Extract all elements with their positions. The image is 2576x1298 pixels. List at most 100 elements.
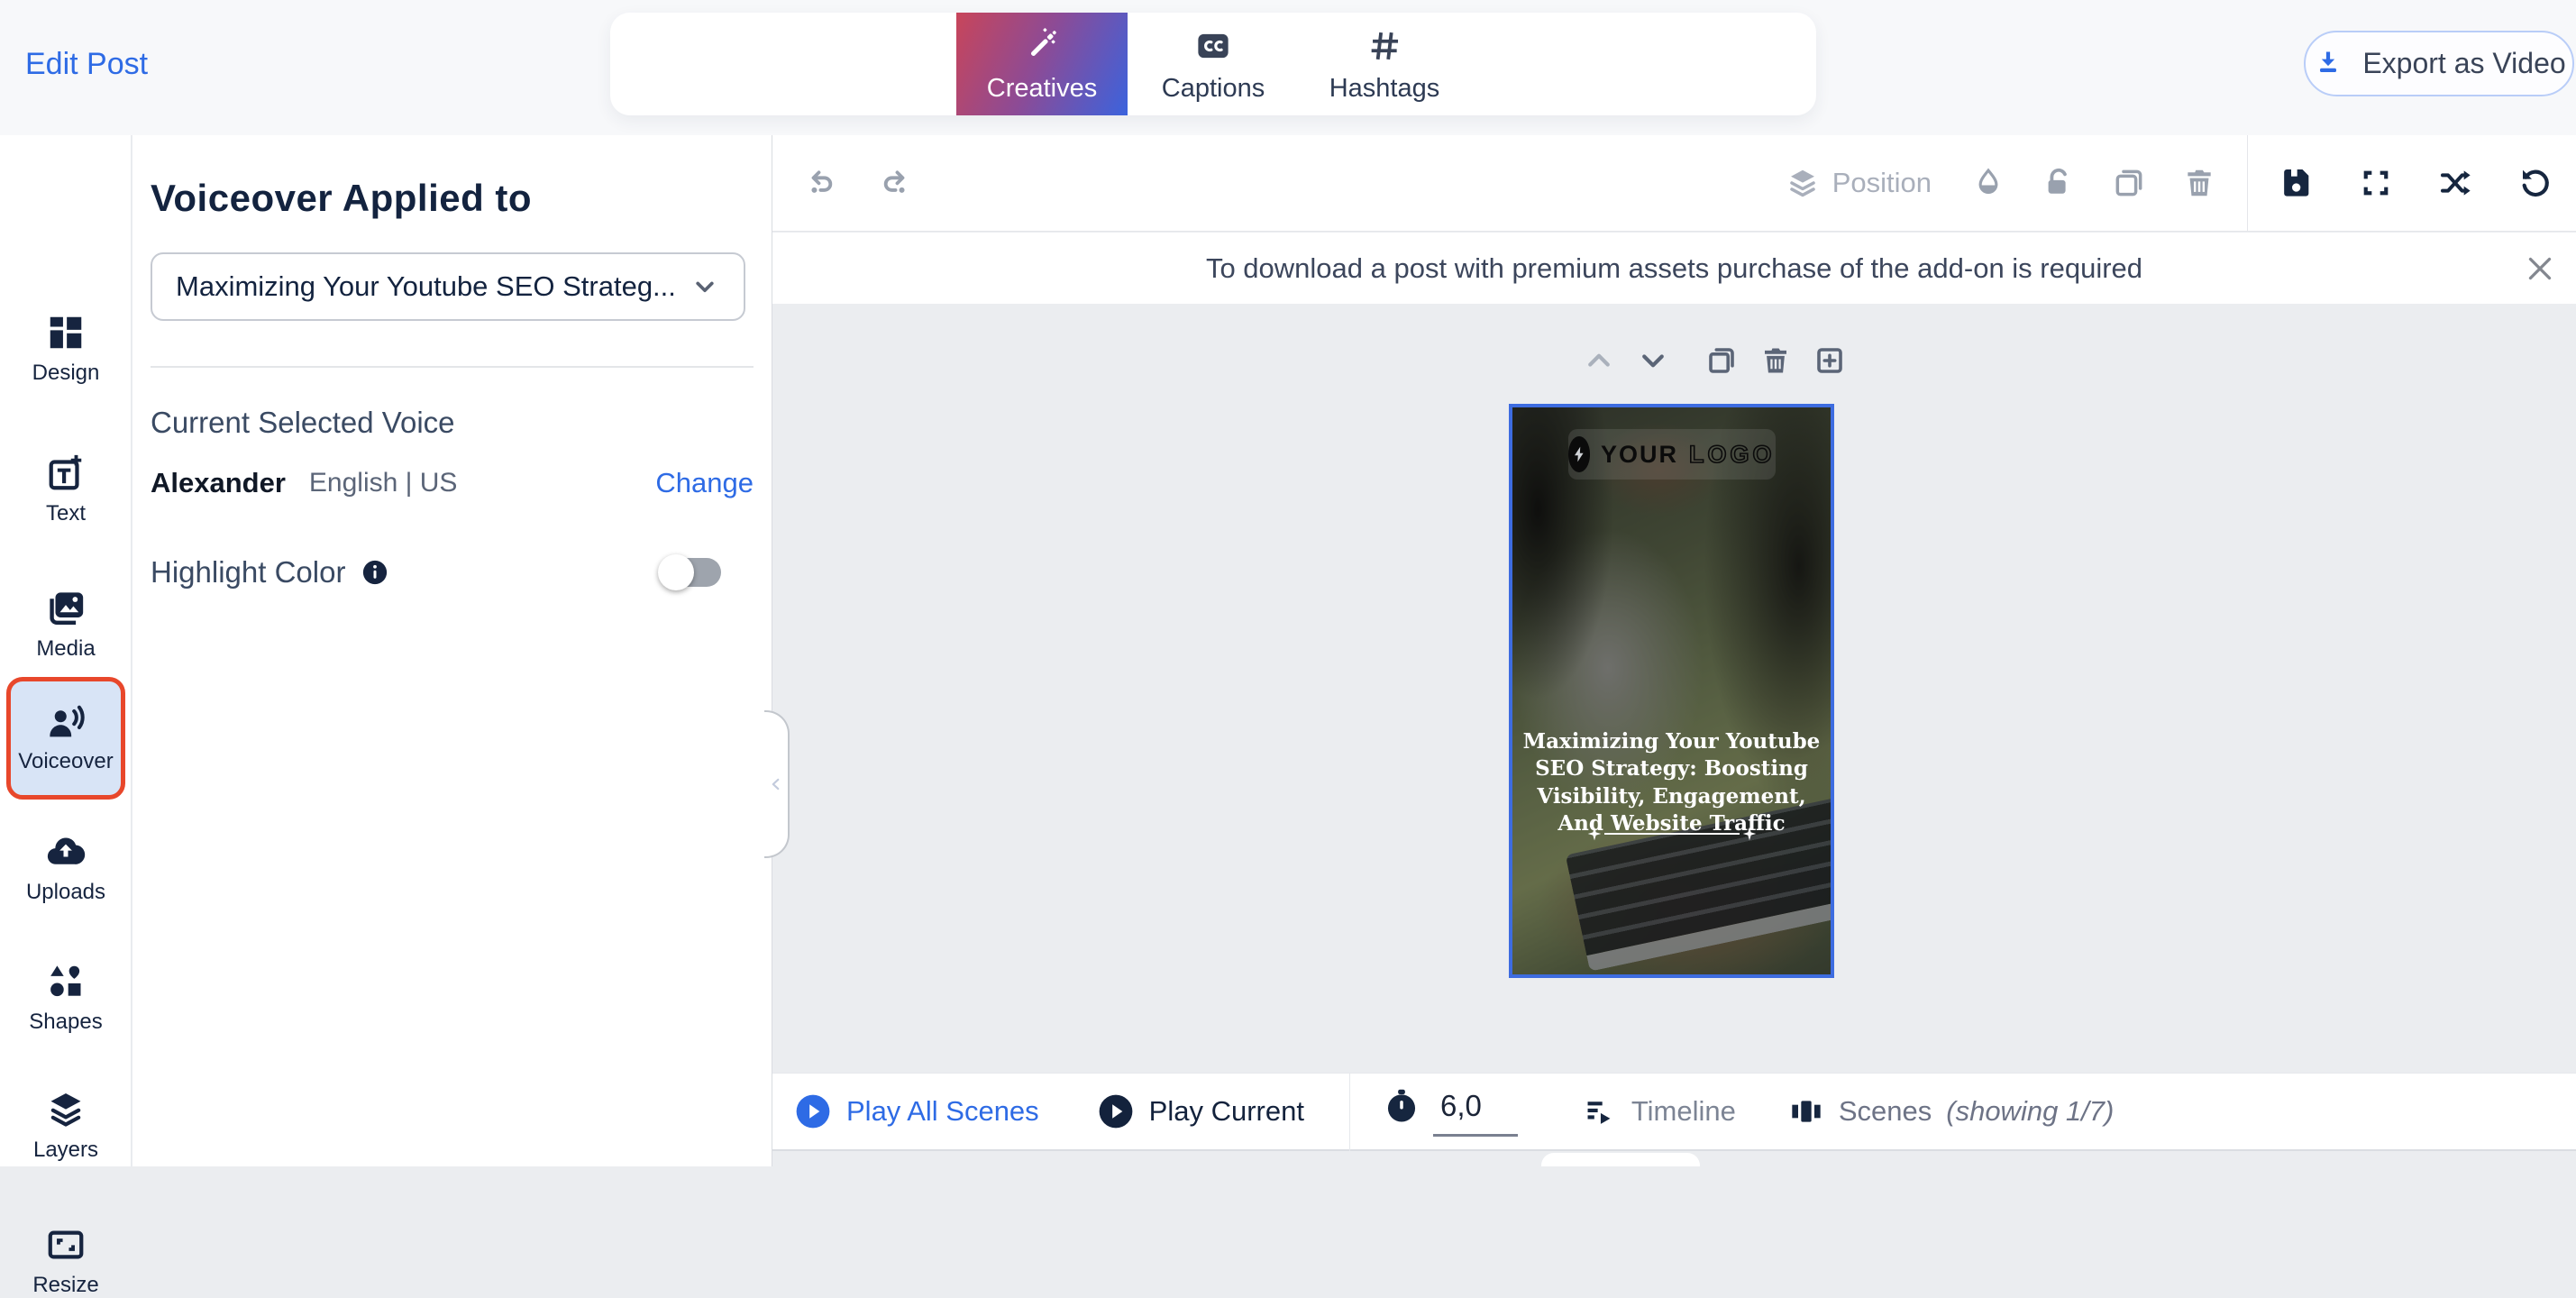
- timeline-icon: [1583, 1094, 1617, 1129]
- reset-rotate-icon[interactable]: [2517, 165, 2553, 201]
- duration-value[interactable]: 6,0: [1433, 1087, 1518, 1137]
- scene-strip-peek: [1541, 1153, 1700, 1166]
- sidebar-item-label: Voiceover: [18, 749, 113, 774]
- tab-creatives[interactable]: Creatives: [956, 13, 1128, 115]
- scene-title-text[interactable]: Maximizing Your Youtube SEO Strategy: Bo…: [1521, 728, 1822, 837]
- toggle-thumb: [658, 554, 694, 590]
- closed-captions-icon: [1194, 25, 1232, 65]
- edit-post-link[interactable]: Edit Post: [25, 47, 148, 82]
- export-as-video-button[interactable]: Export as Video: [2304, 31, 2574, 96]
- sidebar-item-label: Media: [36, 636, 95, 662]
- notification-message: To download a post with premium assets p…: [1206, 252, 2142, 285]
- move-scene-up-icon[interactable]: [1583, 344, 1615, 377]
- add-scene-icon[interactable]: [1813, 344, 1846, 377]
- star-icon: [1740, 824, 1759, 844]
- tab-label: Hashtags: [1329, 74, 1440, 104]
- title-ornament: [1585, 824, 1759, 844]
- stopwatch-icon: [1383, 1087, 1420, 1125]
- voiceover-icon: [45, 702, 87, 744]
- sidebar-item-label: Design: [32, 361, 100, 386]
- export-label: Export as Video: [2362, 47, 2565, 80]
- sidebar-item-shapes[interactable]: Shapes: [0, 961, 132, 1035]
- info-icon[interactable]: [361, 559, 388, 586]
- delete-scene-icon[interactable]: [1759, 344, 1792, 377]
- left-icon-rail: Design Text Media Voiceover Uplo: [0, 135, 132, 1166]
- highlight-color-toggle[interactable]: [662, 558, 721, 587]
- design-grid-icon: [45, 312, 87, 353]
- logo-text-your: YOUR: [1601, 441, 1678, 469]
- toolbar-divider: [2247, 135, 2248, 232]
- play-current-button[interactable]: Play Current: [1097, 1092, 1304, 1130]
- play-icon: [794, 1092, 832, 1130]
- scenes-label: Scenes: [1839, 1095, 1932, 1128]
- sidebar-item-label: Uploads: [26, 880, 105, 905]
- sidebar-item-layers[interactable]: Layers: [0, 1089, 132, 1163]
- shapes-icon: [45, 961, 87, 1002]
- voiceover-panel: Voiceover Applied to Maximizing Your You…: [132, 135, 772, 1166]
- tab-captions[interactable]: Captions: [1128, 13, 1299, 115]
- tab-hashtags[interactable]: Hashtags: [1299, 13, 1470, 115]
- timeline-button[interactable]: Timeline: [1583, 1094, 1736, 1129]
- play-all-scenes-button[interactable]: Play All Scenes: [794, 1092, 1039, 1130]
- chevron-down-icon: [690, 271, 720, 302]
- fullscreen-icon[interactable]: [2358, 165, 2394, 201]
- move-scene-down-icon[interactable]: [1637, 344, 1669, 377]
- duplicate-icon[interactable]: [2112, 166, 2146, 200]
- unlock-icon[interactable]: [2042, 166, 2076, 200]
- star-icon: [1585, 824, 1604, 844]
- delete-icon[interactable]: [2182, 166, 2216, 200]
- position-button[interactable]: Position: [1786, 166, 1932, 200]
- cloud-upload-icon: [45, 831, 87, 873]
- panel-collapse-handle[interactable]: [764, 710, 790, 858]
- redo-button[interactable]: [877, 166, 911, 200]
- lightning-bolt-icon: [1568, 436, 1590, 472]
- resize-icon: [45, 1224, 87, 1266]
- hashtag-icon: [1366, 25, 1403, 65]
- sidebar-item-media[interactable]: Media: [0, 588, 132, 662]
- position-layers-icon: [1786, 166, 1820, 200]
- sidebar-item-resize[interactable]: Resize: [0, 1224, 132, 1298]
- color-droplet-icon[interactable]: [1971, 166, 2005, 200]
- panel-title: Voiceover Applied to: [151, 177, 754, 220]
- sidebar-item-label: Layers: [33, 1138, 98, 1163]
- sidebar-item-label: Text: [46, 501, 86, 526]
- sidebar-item-uploads[interactable]: Uploads: [0, 831, 132, 905]
- timeline-label: Timeline: [1631, 1095, 1736, 1128]
- highlight-color-row: Highlight Color: [151, 555, 754, 590]
- save-icon[interactable]: [2279, 165, 2315, 201]
- scene-controls: [1583, 344, 1846, 377]
- sidebar-item-label: Shapes: [29, 1010, 102, 1035]
- premium-notification-bar: To download a post with premium assets p…: [772, 233, 2576, 304]
- playback-bar: Play All Scenes Play Current 6,0 Timelin…: [772, 1073, 2576, 1151]
- tab-label: Captions: [1162, 74, 1265, 104]
- undo-button[interactable]: [805, 166, 839, 200]
- duplicate-scene-icon[interactable]: [1705, 344, 1738, 377]
- magic-wand-icon: [1022, 25, 1062, 65]
- dropdown-value: Maximizing Your Youtube SEO Strateg...: [176, 270, 676, 303]
- main-tab-bar: Creatives Captions Hashtags: [610, 13, 1816, 115]
- voice-row: Alexander English | US Change: [151, 467, 754, 499]
- top-bar: Edit Post Creatives Capt: [0, 0, 2576, 135]
- panel-divider: [151, 366, 754, 368]
- sidebar-item-design[interactable]: Design: [0, 312, 132, 386]
- scene-duration-field[interactable]: 6,0: [1383, 1087, 1518, 1137]
- layers-icon: [45, 1089, 87, 1130]
- tab-label: Creatives: [987, 74, 1098, 104]
- voice-language: English | US: [309, 468, 458, 498]
- logo-text-logo: LOGO: [1689, 441, 1776, 469]
- scenes-button[interactable]: Scenes (showing 1/7): [1788, 1093, 2115, 1129]
- change-voice-link[interactable]: Change: [655, 467, 754, 499]
- shuffle-icon[interactable]: [2437, 165, 2473, 201]
- close-icon[interactable]: [2524, 252, 2556, 285]
- download-icon: [2312, 48, 2344, 80]
- brand-logo: YOUR LOGO: [1568, 429, 1776, 480]
- position-label: Position: [1832, 167, 1932, 199]
- sidebar-item-voiceover[interactable]: Voiceover: [6, 677, 125, 800]
- sidebar-item-text[interactable]: Text: [0, 452, 132, 526]
- sidebar-item-label: Resize: [32, 1273, 98, 1298]
- voiceover-applied-to-dropdown[interactable]: Maximizing Your Youtube SEO Strateg...: [151, 252, 745, 321]
- scenes-count: (showing 1/7): [1946, 1095, 2114, 1128]
- scene-preview[interactable]: YOUR LOGO Maximizing Your Youtube SEO St…: [1509, 404, 1834, 978]
- play-icon: [1097, 1092, 1135, 1130]
- photo-overlay: [1512, 407, 1831, 974]
